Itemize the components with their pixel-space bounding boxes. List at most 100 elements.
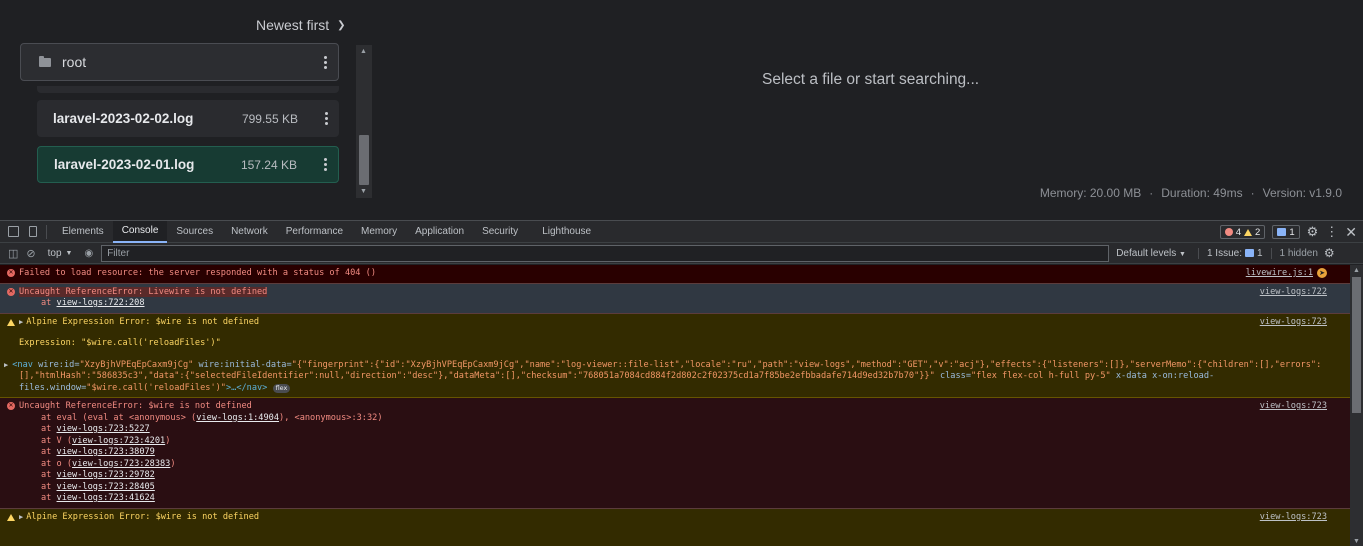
error-circle-icon: ✕ <box>7 402 15 410</box>
filter-input[interactable]: Filter <box>101 244 1110 262</box>
source-link[interactable]: view-logs:723 <box>1260 401 1327 413</box>
flex-badge[interactable]: flex <box>272 383 291 393</box>
warning-count: 2 <box>1255 226 1261 238</box>
console-warning-message: ▶ Alpine Expression Error: $wire is not d… <box>0 313 1350 398</box>
file-menu-icon[interactable] <box>325 112 329 125</box>
scroll-down-icon[interactable]: ▼ <box>1353 538 1360 545</box>
device-toolbar-icon[interactable] <box>29 226 37 237</box>
levels-label: Default levels <box>1116 247 1177 259</box>
close-icon[interactable]: ✕ <box>1345 224 1357 241</box>
console-scrollbar[interactable]: ▲ ▼ <box>1350 265 1363 546</box>
message-count: 1 <box>1289 226 1295 238</box>
chevron-down-icon: ❯ <box>337 19 346 31</box>
message-text: Alpine Expression Error: $wire is not de… <box>26 511 260 522</box>
warning-triangle-icon <box>7 318 15 326</box>
tab-console[interactable]: Console <box>112 220 168 243</box>
source-link[interactable]: view-logs:723 <box>1260 317 1327 329</box>
sidebar-toggle-icon[interactable]: ◫ <box>8 247 18 260</box>
memory-stat: Memory: 20.00 MB <box>1039 186 1142 200</box>
node-attr-value: "$wire.call('reloadFiles')" <box>86 382 226 393</box>
stack-frame: at view-logs:723:41624 <box>19 493 1350 505</box>
sort-dropdown[interactable]: Newest first ❯ <box>256 17 346 33</box>
console-error-message: ✕ Uncaught ReferenceError: $wire is not … <box>0 398 1350 509</box>
inspect-element-icon[interactable] <box>8 226 19 237</box>
network-request-icon[interactable]: ➤ <box>1317 268 1327 278</box>
tab-sources[interactable]: Sources <box>167 221 222 243</box>
source-link[interactable]: view-logs:723 <box>1260 512 1327 524</box>
frame-link[interactable]: view-logs:723:28405 <box>57 482 155 492</box>
issue-icon <box>1244 249 1254 257</box>
frame-suffix: ) <box>165 435 171 446</box>
frame-link[interactable]: view-logs:723:41624 <box>57 493 155 503</box>
stack-frame: at view-logs:723:29782 <box>19 470 1350 482</box>
expand-node-icon[interactable]: ▶ <box>4 361 8 369</box>
tab-security[interactable]: Security <box>473 221 527 243</box>
frame-prefix: at <box>41 470 57 480</box>
frame-prefix: at <box>41 481 57 492</box>
console-settings-gear-icon[interactable]: ⚙ <box>1324 246 1335 260</box>
frame-link[interactable]: view-logs:722:208 <box>57 298 145 308</box>
devtools-panel: Elements Console Sources Network Perform… <box>0 220 1363 546</box>
root-menu-icon[interactable] <box>324 55 328 69</box>
live-expression-eye-icon[interactable]: ◉ <box>84 248 93 259</box>
frame-link[interactable]: view-logs:723:38079 <box>57 447 155 457</box>
file-list: root laravel-2023-02-02.log 799.55 KB la… <box>20 43 372 198</box>
scroll-thumb[interactable] <box>359 135 369 185</box>
scroll-up-icon[interactable]: ▲ <box>1353 267 1360 274</box>
frame-link[interactable]: view-logs:1:4904 <box>196 413 279 423</box>
sort-label: Newest first <box>256 17 330 33</box>
source-link[interactable]: livewire.js:1 ➤ <box>1246 268 1327 280</box>
clear-console-icon[interactable]: ⊘ <box>26 247 35 260</box>
settings-gear-icon[interactable]: ⚙ <box>1307 224 1319 240</box>
context-label: top <box>47 247 62 259</box>
root-folder[interactable]: root <box>20 43 339 81</box>
tab-elements[interactable]: Elements <box>53 221 113 243</box>
console-error-message: ✕ Uncaught ReferenceError: Livewire is n… <box>0 283 1350 314</box>
expand-triangle-icon[interactable]: ▶ <box>19 513 23 521</box>
separator: · <box>1250 186 1255 200</box>
issues-button[interactable]: 1 Issue: 1 <box>1197 247 1263 259</box>
context-selector[interactable]: top ▼ <box>48 248 73 259</box>
error-count: 4 <box>1235 226 1242 238</box>
tab-performance[interactable]: Performance <box>277 221 352 243</box>
message-count-badge[interactable]: 1 <box>1272 225 1300 239</box>
tab-lighthouse[interactable]: Lighthouse <box>533 221 600 243</box>
expand-triangle-icon[interactable]: ▶ <box>19 318 23 326</box>
frame-prefix: at o ( <box>41 458 73 469</box>
stack-frame: at view-logs:723:28405 <box>19 482 1350 494</box>
frame-link[interactable]: view-logs:723:4201 <box>72 436 165 446</box>
node-attr: wire:initial-data= <box>193 359 292 370</box>
file-item-selected[interactable]: laravel-2023-02-01.log 157.24 KB <box>37 146 339 183</box>
frame-prefix: at <box>41 424 57 434</box>
empty-state-message: Select a file or start searching... <box>762 71 980 88</box>
stack-frame: at view-logs:723:5227 <box>19 424 1350 436</box>
file-item[interactable]: laravel-2023-02-02.log 799.55 KB <box>37 100 339 137</box>
stack-frame: at view-logs:723:38079 <box>19 447 1350 459</box>
message-text: Failed to load resource: the server resp… <box>19 268 376 278</box>
frame-link[interactable]: view-logs:723:5227 <box>57 424 150 434</box>
hidden-count: 1 hidden <box>1270 247 1318 259</box>
source-link-text[interactable]: livewire.js:1 <box>1246 268 1313 278</box>
tab-memory[interactable]: Memory <box>352 221 406 243</box>
file-size: 799.55 KB <box>241 111 298 126</box>
log-levels-dropdown[interactable]: Default levels ▼ <box>1116 248 1186 259</box>
tab-network[interactable]: Network <box>222 221 277 243</box>
console-warning-message: ▶ Alpine Expression Error: $wire is not d… <box>0 508 1350 546</box>
error-circle-icon: ✕ <box>7 287 15 296</box>
node-attr-value: "flex flex-col h-full py-5" <box>971 371 1111 381</box>
frame-link[interactable]: view-logs:723:28383 <box>72 459 170 469</box>
more-options-icon[interactable]: ⋮ <box>1325 224 1338 240</box>
dom-node-preview[interactable]: ▶ <nav wire:id="XzyBjhVPEqEpCaxm9jCg" wir… <box>4 359 1350 395</box>
scroll-up-icon[interactable]: ▲ <box>360 48 367 55</box>
source-link[interactable]: view-logs:722 <box>1260 287 1327 299</box>
error-warning-counts[interactable]: 4 2 <box>1219 225 1266 239</box>
scroll-down-icon[interactable]: ▼ <box>360 188 367 195</box>
file-menu-icon[interactable] <box>324 158 328 171</box>
file-list-scrollbar[interactable]: ▲ ▼ <box>356 45 372 198</box>
file-size: 157.24 KB <box>240 157 297 172</box>
scroll-thumb[interactable] <box>1352 277 1361 413</box>
tab-application[interactable]: Application <box>406 221 473 243</box>
stack-frame: at o (view-logs:723:28383) <box>19 459 1350 471</box>
log-viewer-app: Newest first ❯ root laravel-2023-02-02.l… <box>0 0 1363 220</box>
frame-link[interactable]: view-logs:723:29782 <box>57 470 155 480</box>
